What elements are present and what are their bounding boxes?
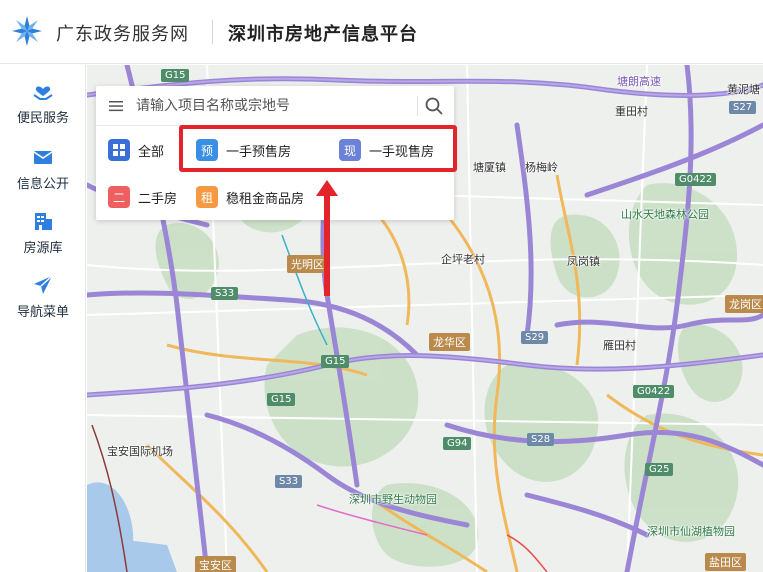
category-label: 二手房	[138, 191, 178, 207]
category-label: 一手现售房	[369, 144, 435, 160]
grid-icon	[108, 139, 130, 161]
map-district-label: 盐田区	[705, 553, 746, 571]
map-road-shield: S29	[521, 331, 549, 344]
category-second-hand[interactable]: 二 二手房	[108, 185, 177, 209]
map-poi-label: 深圳市野生动物园	[349, 493, 437, 506]
sidebar-item-label: 房源库	[23, 241, 63, 256]
map-road-shield: S33	[211, 287, 239, 300]
map-road-shield: G0422	[633, 385, 675, 398]
category-first-hand-spot[interactable]: 现 一手现售房	[339, 138, 434, 162]
red-arrow-icon	[316, 180, 338, 296]
map-poi-label: 宝安国际机场	[107, 445, 173, 458]
category-first-hand-presale[interactable]: 预 一手预售房	[196, 138, 291, 162]
sidebar-item-info-disclosure[interactable]: 信息公开	[0, 145, 86, 201]
search-bar	[96, 86, 454, 126]
category-label: 全部	[138, 144, 165, 160]
map-place-label: 凤岗镇	[567, 255, 600, 268]
map-place-label: 黄泥塘	[727, 83, 760, 96]
map-place-label: 企坪老村	[441, 253, 485, 266]
sidebar-item-label: 导航菜单	[16, 305, 69, 320]
map-road-shield: G15	[161, 69, 190, 82]
category-badge: 二	[108, 186, 130, 208]
category-all[interactable]: 全部	[108, 138, 164, 162]
search-panel: 全部 预 一手预售房 现 一手现售房 二 二手房 租 稳租金商品房	[96, 86, 454, 220]
category-badge: 预	[196, 139, 218, 161]
map-poi-label: 山水天地森林公园	[621, 208, 709, 221]
map-poi-label: 深圳市仙湖植物园	[647, 525, 735, 538]
map-road-shield: S33	[275, 475, 303, 488]
envelope-icon	[33, 151, 53, 164]
brand-title[interactable]: 广东政务服务网	[56, 20, 189, 46]
map-place-label: 重田村	[615, 105, 648, 118]
search-divider	[417, 96, 418, 116]
map-district-label: 龙华区	[429, 333, 470, 351]
category-stable-rent[interactable]: 租 稳租金商品房	[196, 185, 304, 209]
search-icon[interactable]	[424, 96, 444, 116]
search-input[interactable]	[136, 94, 406, 118]
category-label: 一手预售房	[226, 144, 292, 160]
header-divider	[212, 20, 213, 44]
map-road-shield: S28	[527, 433, 555, 446]
map-road-label: 塘朗高速	[617, 75, 661, 88]
heart-hands-icon	[33, 86, 53, 100]
map-road-shield: G15	[321, 355, 350, 368]
map-district-label: 龙岗区	[725, 295, 763, 313]
category-label: 稳租金商品房	[226, 191, 305, 207]
platform-title: 深圳市房地产信息平台	[228, 24, 418, 45]
sidebar-item-label: 便民服务	[16, 111, 69, 126]
map-road-shield: G15	[267, 393, 296, 406]
map-district-label: 宝安区	[195, 556, 236, 572]
map-road-shield: S27	[729, 101, 757, 114]
map-place-label: 雁田村	[603, 339, 636, 352]
sidebar: 便民服务 信息公开 房源库 导航菜单	[0, 65, 86, 572]
sidebar-item-label: 信息公开	[16, 177, 69, 192]
category-badge: 现	[339, 139, 361, 161]
paper-plane-icon	[34, 275, 53, 294]
gd-gov-logo-icon[interactable]	[10, 14, 44, 48]
hamburger-menu-icon[interactable]	[108, 98, 124, 114]
building-icon	[35, 213, 52, 230]
sidebar-item-nav-menu[interactable]: 导航菜单	[0, 273, 86, 329]
map-place-label: 塘厦镇	[473, 161, 506, 174]
map-road-shield: G94	[443, 437, 472, 450]
app-header: 广东政务服务网 深圳市房地产信息平台	[0, 0, 763, 64]
map-road-shield: G0422	[675, 173, 717, 186]
map-place-label: 杨梅岭	[525, 161, 558, 174]
sidebar-item-housing-library[interactable]: 房源库	[0, 209, 86, 265]
category-badge: 租	[196, 186, 218, 208]
sidebar-item-convenience[interactable]: 便民服务	[0, 79, 86, 135]
map-road-shield: G25	[645, 463, 674, 476]
